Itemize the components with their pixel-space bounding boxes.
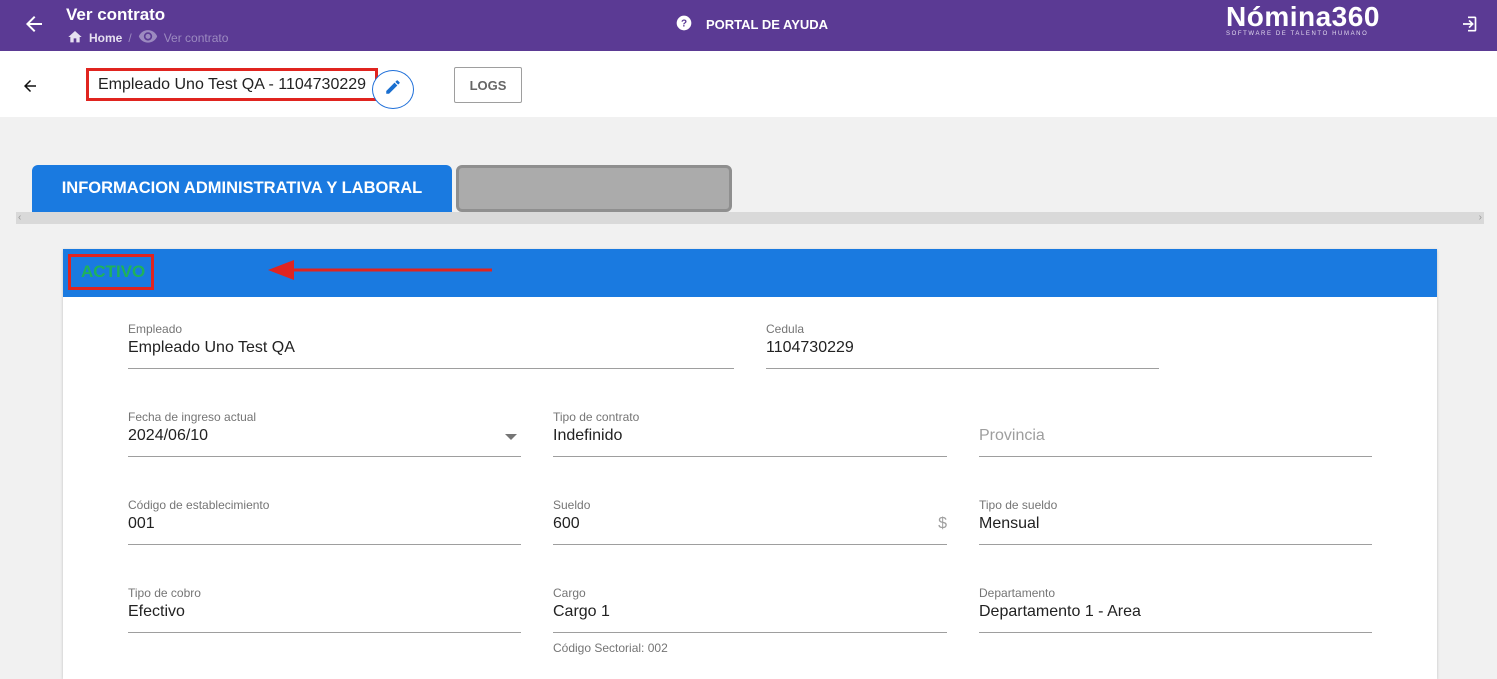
top-app-bar: Ver contrato Home / Ver contrato ? PORTA… bbox=[0, 0, 1497, 51]
back-arrow-icon[interactable] bbox=[20, 77, 40, 95]
home-icon[interactable] bbox=[67, 29, 83, 46]
eye-icon bbox=[138, 29, 158, 46]
sueldo-label: Sueldo bbox=[553, 498, 591, 512]
pencil-icon bbox=[384, 78, 402, 101]
contract-header: Empleado Uno Test QA - 1104730229 LOGS bbox=[0, 51, 1497, 117]
scroll-left-icon[interactable]: ‹ bbox=[18, 212, 21, 224]
breadcrumb-home[interactable]: Home bbox=[89, 31, 122, 45]
codigo-establecimiento-label: Código de establecimiento bbox=[128, 498, 270, 512]
help-icon: ? bbox=[676, 15, 692, 34]
tipo-cobro-field[interactable]: Tipo de cobro Efectivo bbox=[128, 586, 521, 633]
cargo-value: Cargo 1 bbox=[553, 603, 610, 620]
status-badge: ACTIVO bbox=[68, 254, 154, 290]
tab-informacion-administrativa[interactable]: INFORMACION ADMINISTRATIVA Y LABORAL bbox=[32, 165, 452, 212]
page-title: Ver contrato bbox=[66, 5, 166, 24]
sueldo-field[interactable]: Sueldo 600 $ bbox=[553, 498, 947, 545]
tabs-scrollbar[interactable]: ‹ › bbox=[16, 212, 1484, 224]
breadcrumb: Home / Ver contrato bbox=[67, 29, 228, 46]
contract-card: ACTIVO Empleado Empleado Uno Test QA Ced… bbox=[63, 249, 1437, 679]
logs-button[interactable]: LOGS bbox=[454, 67, 522, 103]
tipo-sueldo-value: Mensual bbox=[979, 515, 1040, 532]
tipo-contrato-field[interactable]: Tipo de contrato Indefinido bbox=[553, 410, 947, 457]
dropdown-caret-icon[interactable] bbox=[505, 434, 517, 440]
back-arrow-icon[interactable] bbox=[22, 12, 46, 36]
svg-text:?: ? bbox=[681, 18, 687, 29]
codigo-establecimiento-field[interactable]: Código de establecimiento 001 bbox=[128, 498, 521, 545]
breadcrumb-separator: / bbox=[128, 30, 132, 45]
cedula-label: Cedula bbox=[766, 322, 805, 336]
tab-secondary[interactable] bbox=[456, 165, 732, 212]
logout-icon[interactable] bbox=[1458, 14, 1478, 34]
fecha-ingreso-value: 2024/06/10 bbox=[128, 427, 209, 444]
cargo-field[interactable]: Cargo Cargo 1 bbox=[553, 586, 947, 633]
annotation-arrow-icon bbox=[268, 260, 492, 280]
tipo-contrato-label: Tipo de contrato bbox=[553, 410, 640, 424]
cedula-value: 1104730229 bbox=[766, 339, 854, 356]
breadcrumb-current: Ver contrato bbox=[163, 30, 229, 45]
fecha-ingreso-label: Fecha de ingreso actual bbox=[128, 410, 257, 424]
tipo-cobro-value: Efectivo bbox=[128, 603, 185, 620]
departamento-value: Departamento 1 - Area bbox=[979, 603, 1141, 620]
currency-suffix: $ bbox=[938, 515, 947, 532]
cargo-label: Cargo bbox=[553, 586, 586, 600]
codigo-establecimiento-value: 001 bbox=[128, 515, 155, 532]
employee-title: Empleado Uno Test QA - 1104730229 bbox=[86, 68, 379, 101]
edit-button[interactable] bbox=[372, 70, 414, 109]
logo-text: Nómina360 bbox=[1226, 1, 1380, 32]
departamento-label: Departamento bbox=[979, 586, 1056, 600]
tipo-sueldo-field[interactable]: Tipo de sueldo Mensual bbox=[979, 498, 1372, 545]
departamento-field[interactable]: Departamento Departamento 1 - Area bbox=[979, 586, 1372, 633]
provincia-placeholder: Provincia bbox=[979, 427, 1045, 444]
tipo-contrato-value: Indefinido bbox=[553, 427, 623, 444]
provincia-field[interactable]: Provincia bbox=[979, 410, 1372, 457]
cedula-field[interactable]: Cedula 1104730229 bbox=[766, 322, 1159, 369]
empleado-label: Empleado bbox=[128, 322, 183, 336]
tipo-sueldo-label: Tipo de sueldo bbox=[979, 498, 1058, 512]
codigo-sectorial-hint: Código Sectorial: 002 bbox=[553, 641, 668, 655]
scroll-right-icon[interactable]: › bbox=[1479, 212, 1482, 224]
empleado-field[interactable]: Empleado Empleado Uno Test QA bbox=[128, 322, 734, 369]
sueldo-value: 600 bbox=[553, 515, 580, 532]
empleado-value: Empleado Uno Test QA bbox=[128, 339, 295, 356]
card-header: ACTIVO bbox=[63, 249, 1437, 297]
help-portal-link[interactable]: ? PORTAL DE AYUDA bbox=[676, 15, 828, 34]
brand-logo: Nómina360 SOFTWARE DE TALENTO HUMANO bbox=[1226, 1, 1406, 38]
tipo-cobro-label: Tipo de cobro bbox=[128, 586, 201, 600]
help-label: PORTAL DE AYUDA bbox=[706, 17, 829, 32]
fecha-ingreso-field[interactable]: Fecha de ingreso actual 2024/06/10 bbox=[128, 410, 521, 457]
